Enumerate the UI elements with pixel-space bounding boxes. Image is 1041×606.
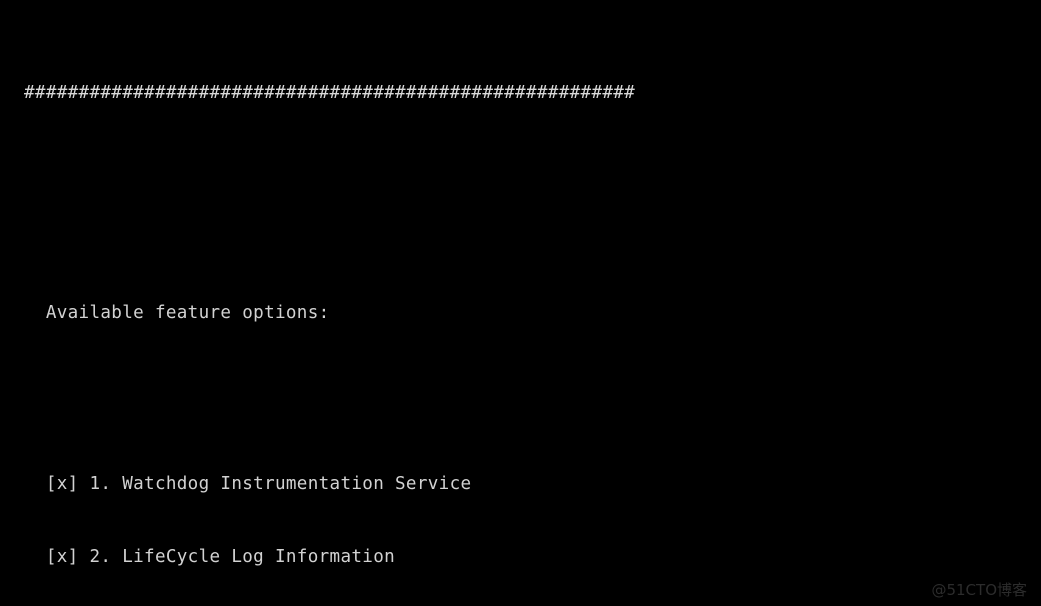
terminal-output: ########################################… (24, 8, 788, 606)
option-2-lifecycle-log-information[interactable]: [x] 2. LifeCycle Log Information (24, 545, 788, 569)
watermark: @51CTO博客 (931, 580, 1027, 599)
section-title: Available feature options: (24, 302, 330, 323)
terminal-screen: ########################################… (0, 0, 1041, 606)
header-rule: ########################################… (24, 83, 636, 104)
option-1-watchdog-instrumentation-service[interactable]: [x] 1. Watchdog Instrumentation Service (24, 472, 788, 496)
